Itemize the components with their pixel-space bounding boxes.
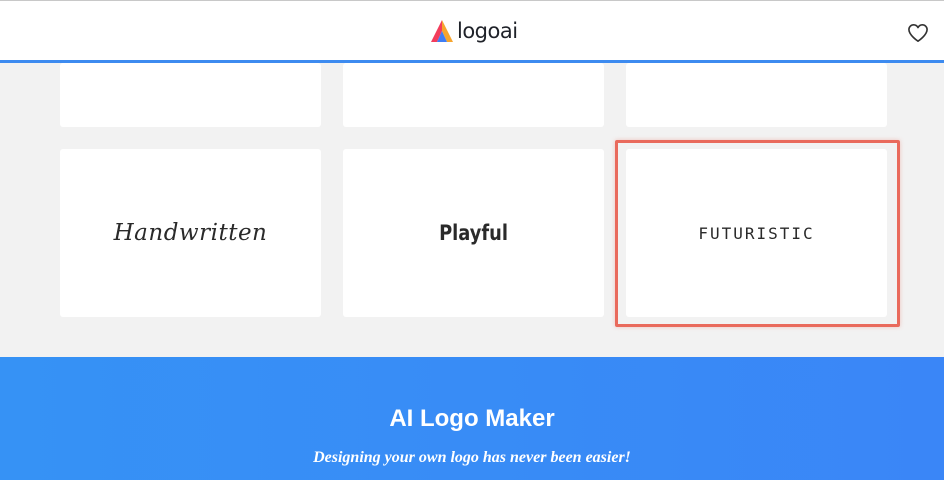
hero-title: AI Logo Maker bbox=[389, 405, 555, 432]
style-label: FUTURISTIC bbox=[698, 223, 815, 243]
style-card-handwritten[interactable]: Handwritten bbox=[60, 149, 321, 317]
style-card-top-3[interactable] bbox=[626, 63, 887, 127]
logo-mark-icon bbox=[431, 20, 453, 42]
brand-name: logoai bbox=[457, 19, 518, 43]
heart-icon[interactable] bbox=[907, 23, 929, 43]
style-label: Playful bbox=[439, 221, 508, 245]
hero-subtitle: Designing your own logo has never been e… bbox=[313, 449, 631, 466]
style-card-playful[interactable]: Playful bbox=[343, 149, 604, 317]
style-card-futuristic[interactable]: FUTURISTIC bbox=[626, 149, 887, 317]
style-card-top-2[interactable] bbox=[343, 63, 604, 127]
hero-banner: AI Logo Maker Designing your own logo ha… bbox=[0, 357, 944, 480]
top-bar: logoai bbox=[0, 0, 944, 63]
style-label: Handwritten bbox=[113, 220, 268, 246]
logoai-logo[interactable]: logoai bbox=[429, 17, 518, 45]
style-grid: Handwritten Playful FUTURISTIC bbox=[0, 63, 944, 357]
style-card-top-1[interactable] bbox=[60, 63, 321, 127]
